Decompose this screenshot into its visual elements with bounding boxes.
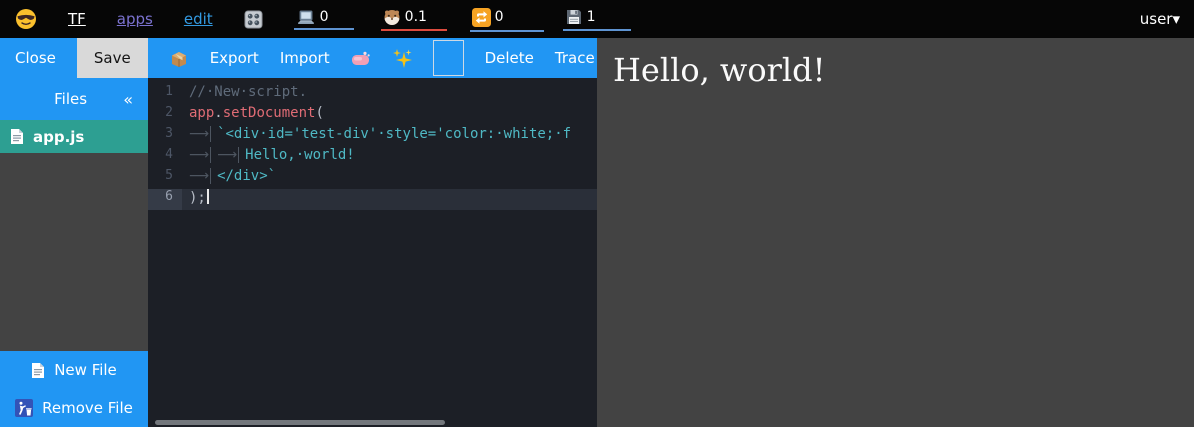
code-token: `<div·id='test-div'·style='color:·white;… — [217, 126, 571, 142]
hamster-icon — [383, 8, 401, 26]
files-sidebar: Files « app.js New File — [0, 78, 148, 427]
remove-file-button[interactable]: Remove File — [0, 389, 148, 427]
stat-field-laptop[interactable]: 0 — [294, 8, 354, 30]
text-cursor — [207, 189, 209, 204]
code-token: app — [189, 105, 214, 121]
new-file-label: New File — [54, 361, 117, 379]
line-number: 5 — [148, 168, 182, 189]
line-number: 3 — [148, 126, 182, 147]
control-knobs-icon[interactable] — [244, 10, 263, 29]
files-header-label: Files — [0, 90, 123, 108]
horizontal-scrollbar-track — [148, 418, 597, 427]
trace-button[interactable]: Trace — [555, 49, 595, 67]
collapse-sidebar-button[interactable]: « — [123, 90, 148, 109]
repeat-icon — [472, 8, 491, 27]
new-file-button[interactable]: New File — [0, 351, 148, 389]
tab-whitespace-marker: ⟶ — [189, 168, 211, 184]
code-token: setDocument — [223, 105, 316, 121]
line-number: 1 — [148, 84, 182, 105]
code-token: . — [214, 105, 222, 121]
code-line[interactable]: ⟶ </div>` — [182, 168, 597, 189]
smiley-sunglasses-icon[interactable] — [15, 8, 37, 30]
litter-bin-icon — [15, 399, 33, 417]
document-icon — [10, 128, 24, 145]
tab-whitespace-marker: ⟶ — [189, 126, 211, 142]
save-button[interactable]: Save — [77, 38, 148, 78]
stat-field-hamster[interactable]: 0.1 — [381, 7, 447, 31]
nav-link-tf[interactable]: TF — [68, 10, 86, 28]
tab-whitespace-marker: ⟶ — [189, 147, 211, 163]
code-token: ( — [315, 105, 323, 121]
code-area[interactable]: //·New·script.app.setDocument(⟶`<div·id=… — [182, 84, 597, 427]
horizontal-scrollbar-thumb[interactable] — [155, 420, 445, 425]
stat-value: 1 — [587, 9, 596, 25]
sparkles-icon[interactable] — [392, 48, 412, 68]
line-number: 4 — [148, 147, 182, 168]
nav-link-edit[interactable]: edit — [184, 10, 213, 28]
blank-tool-button[interactable] — [433, 40, 464, 76]
code-token: </div>` — [217, 168, 276, 184]
top-menu-bar: TF apps edit 0 0.1 0 — [0, 0, 1194, 38]
panel-body: Files « app.js New File — [0, 78, 597, 427]
code-token: ); — [189, 190, 206, 206]
files-header: Files « — [0, 78, 148, 120]
code-line[interactable]: ⟶ `<div·id='test-div'·style='color:·white… — [182, 126, 597, 147]
line-number: 2 — [148, 105, 182, 126]
line-number: 6 — [148, 189, 182, 210]
preview-hello-world-text: Hello, world! — [597, 38, 1194, 89]
floppy-disk-icon — [565, 8, 583, 26]
close-button[interactable]: Close — [15, 49, 56, 67]
laptop-icon — [296, 10, 316, 25]
code-token: //·New·script. — [189, 84, 307, 100]
sidebar-actions: New File Remove File — [0, 351, 148, 427]
file-item[interactable]: app.js — [0, 120, 148, 153]
script-editor-window: Close Save Export Import Delete Trace Fi… — [0, 38, 597, 427]
user-menu-dropdown[interactable]: user▾ — [1140, 10, 1180, 28]
remove-file-label: Remove File — [42, 399, 133, 417]
stat-field-repeat[interactable]: 0 — [470, 7, 544, 32]
stat-value: 0 — [495, 9, 504, 25]
sidebar-filler — [0, 153, 148, 351]
code-line[interactable]: //·New·script. — [182, 84, 597, 105]
nav-link-apps[interactable]: apps — [117, 10, 153, 28]
gutter: 123456 — [148, 84, 182, 427]
code-line[interactable]: ⟶ ⟶ Hello,·world! — [182, 147, 597, 168]
export-button[interactable]: Export — [210, 49, 259, 67]
package-icon[interactable] — [169, 48, 189, 68]
stat-field-floppy[interactable]: 1 — [563, 7, 631, 31]
stat-value: 0.1 — [405, 9, 427, 25]
soap-icon[interactable] — [351, 50, 371, 66]
import-button[interactable]: Import — [280, 49, 330, 67]
file-list: app.js — [0, 120, 148, 153]
code-line[interactable]: ); — [182, 189, 597, 210]
stat-value: 0 — [320, 9, 329, 25]
delete-button[interactable]: Delete — [485, 49, 534, 67]
file-name: app.js — [33, 128, 84, 146]
code-line[interactable]: app.setDocument( — [182, 105, 597, 126]
preview-panel: Hello, world! — [597, 38, 1194, 427]
document-icon — [31, 362, 45, 379]
tab-whitespace-marker: ⟶ — [217, 147, 239, 163]
code-token: Hello,·world! — [245, 147, 355, 163]
code-editor[interactable]: 123456 //·New·script.app.setDocument(⟶`<… — [148, 78, 597, 427]
app-root: TF apps edit 0 0.1 0 — [0, 0, 1194, 427]
editor-toolbar: Close Save Export Import Delete Trace — [0, 38, 597, 78]
